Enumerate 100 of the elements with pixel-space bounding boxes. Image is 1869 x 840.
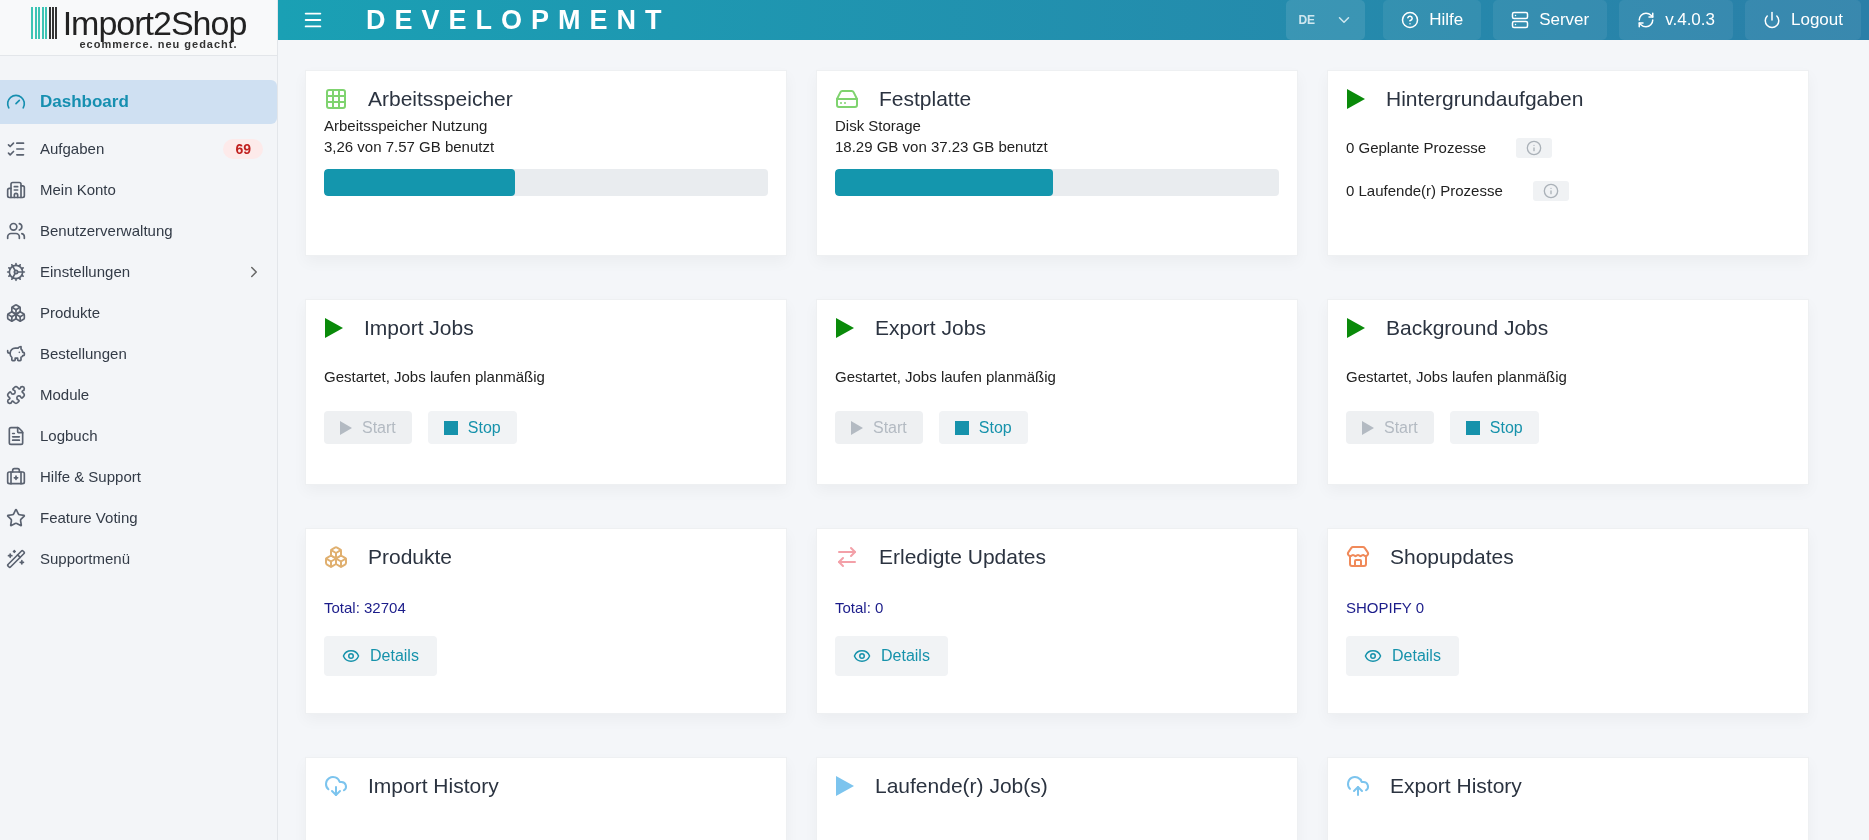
header-button[interactable]: Hilfe	[1383, 0, 1482, 40]
play-icon	[835, 775, 855, 797]
sidebar-item[interactable]: Module	[0, 374, 277, 415]
total-value: Total: 0	[835, 599, 885, 616]
info-tag[interactable]	[1516, 137, 1553, 158]
medical-kit-icon	[6, 466, 26, 487]
gauge-icon	[6, 92, 26, 112]
language-select[interactable]: DE	[1286, 0, 1366, 40]
sidebar-label: Hilfe & Support	[40, 468, 142, 485]
document-icon	[6, 425, 26, 446]
sidebar-label: Feature Voting	[40, 509, 139, 526]
users-icon	[6, 220, 26, 241]
play-icon	[851, 420, 863, 435]
power-icon	[1763, 11, 1781, 29]
card-title: Import Jobs	[364, 316, 474, 340]
card-title: Hintergrundaufgaben	[1386, 87, 1584, 111]
refresh-icon	[1637, 11, 1656, 29]
header-button[interactable]: v.4.0.3	[1619, 0, 1733, 40]
sidebar-label: Module	[40, 386, 91, 403]
sidebar-label: Aufgaben	[40, 140, 106, 157]
barcode-icon	[30, 6, 59, 39]
play-icon	[835, 317, 855, 339]
card-title: Laufende(r) Job(s)	[875, 774, 1048, 798]
sidebar-item[interactable]: Feature Voting	[0, 497, 277, 538]
job-status: Gestartet, Jobs laufen planmäßig	[835, 368, 1057, 385]
sidebar-label: Bestellungen	[40, 345, 128, 362]
meter-reading: 18.29 GB von 37.23 GB benutzt	[835, 137, 1049, 157]
magic-wand-icon	[6, 548, 26, 569]
card-title: Erledigte Updates	[879, 545, 1046, 569]
card-title: Festplatte	[879, 87, 972, 111]
sidebar-label: Dashboard	[40, 92, 130, 112]
play-icon	[1346, 317, 1366, 339]
play-icon	[324, 317, 344, 339]
sidebar-item[interactable]: Logbuch	[0, 415, 277, 456]
meter-reading: 3,26 von 7.57 GB benutzt	[324, 137, 496, 157]
eye-icon	[1364, 647, 1382, 665]
sidebar-label: Benutzerverwaltung	[40, 222, 174, 239]
hard-drive-icon	[835, 87, 859, 111]
count-badge: 69	[223, 138, 263, 159]
card-title: Shopupdates	[1390, 545, 1514, 569]
header-button[interactable]: Server	[1493, 0, 1608, 40]
boxes-icon	[6, 302, 26, 323]
sidebar-item[interactable]: Aufgaben 69	[0, 128, 277, 169]
sidebar-item[interactable]: Hilfe & Support	[0, 456, 277, 497]
info-tag[interactable]	[1532, 180, 1569, 201]
sidebar-label: Supportmenü	[40, 550, 132, 567]
piggy-bank-icon	[6, 343, 26, 364]
sidebar-label: Logbuch	[40, 427, 99, 444]
sidebar-item[interactable]: Mein Konto	[0, 169, 277, 210]
stop-button[interactable]: Stop	[1449, 411, 1539, 444]
sidebar-item[interactable]: Dashboard	[0, 80, 277, 124]
card-title: Export Jobs	[875, 316, 986, 340]
stop-button[interactable]: Stop	[938, 411, 1028, 444]
card-title: Produkte	[368, 545, 453, 569]
details-button[interactable]: Details	[835, 636, 948, 676]
help-icon	[1401, 11, 1420, 29]
sidebar-item[interactable]: Bestellungen	[0, 333, 277, 374]
total-value: Total: 32704	[324, 599, 407, 616]
info-icon	[1526, 139, 1543, 156]
square-icon	[443, 420, 458, 435]
details-button[interactable]: Details	[1346, 636, 1459, 676]
card-title: Arbeitsspeicher	[368, 87, 513, 111]
sidebar-label: Produkte	[40, 304, 102, 321]
job-status: Gestartet, Jobs laufen planmäßig	[324, 368, 546, 385]
square-icon	[954, 420, 969, 435]
header-button[interactable]: Logout	[1745, 0, 1861, 40]
sidebar-item[interactable]: Einstellungen	[0, 251, 277, 292]
square-icon	[1465, 420, 1480, 435]
process-count: 0 Geplante Prozesse	[1346, 138, 1487, 158]
store-icon	[1346, 545, 1370, 569]
building-icon	[6, 179, 26, 200]
meter-label: Arbeitsspeicher Nutzung	[324, 116, 489, 136]
environment-title: DEVELOPMENT	[366, 4, 672, 36]
card-title: Import History	[368, 774, 499, 798]
play-icon	[1362, 420, 1374, 435]
server-icon	[1511, 11, 1530, 29]
process-count: 0 Laufende(r) Prozesse	[1346, 181, 1503, 201]
card-title: Export History	[1390, 774, 1522, 798]
sidebar-item[interactable]: Benutzerverwaltung	[0, 210, 277, 251]
cloud-upload-icon	[1346, 774, 1370, 798]
job-status: Gestartet, Jobs laufen planmäßig	[1346, 368, 1568, 385]
gears-icon	[6, 261, 26, 282]
details-button[interactable]: Details	[324, 636, 437, 676]
sidebar-label: Einstellungen	[40, 263, 132, 280]
arrows-icon	[835, 545, 859, 569]
puzzle-icon	[6, 384, 26, 405]
cloud-download-icon	[324, 774, 348, 798]
star-icon	[6, 507, 26, 528]
card-title: Background Jobs	[1386, 316, 1549, 340]
total-value: SHOPIFY 0	[1346, 599, 1426, 616]
info-icon	[1542, 182, 1559, 199]
play-icon	[340, 420, 352, 435]
sidebar-item[interactable]: Produkte	[0, 292, 277, 333]
eye-icon	[342, 647, 360, 665]
grid-icon	[324, 87, 348, 111]
sidebar-item[interactable]: Supportmenü	[0, 538, 277, 579]
meter-label: Disk Storage	[835, 116, 922, 136]
sidebar-label: Mein Konto	[40, 181, 117, 198]
boxes-icon	[324, 545, 348, 569]
stop-button[interactable]: Stop	[427, 411, 517, 444]
